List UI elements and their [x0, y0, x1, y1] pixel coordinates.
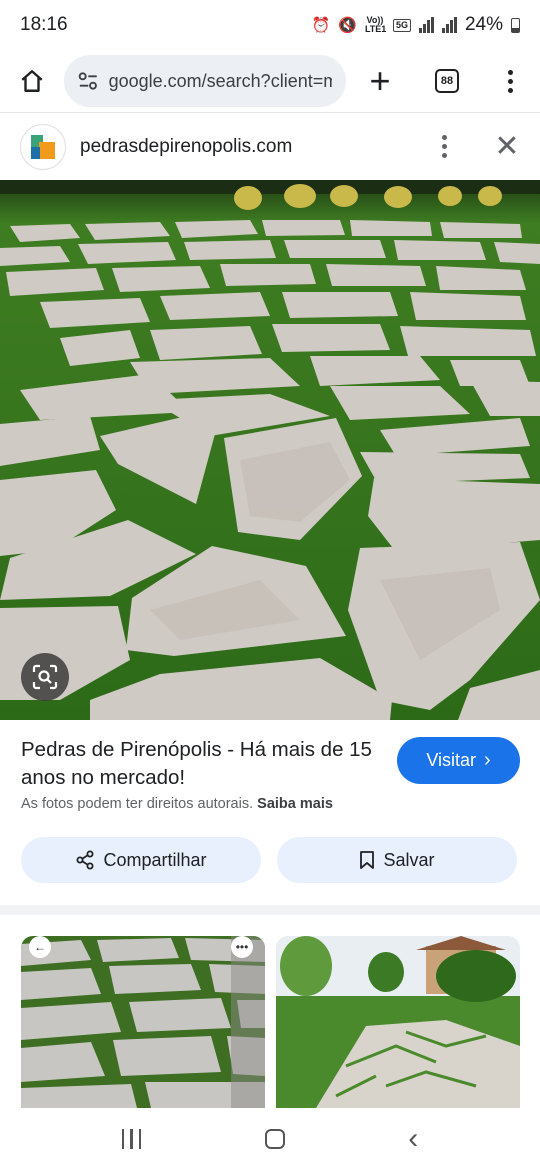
back-arrow-icon: ←: [29, 936, 51, 958]
browser-toolbar: google.com/search?client=ms + 88: [0, 50, 540, 112]
close-icon: ✕: [494, 130, 520, 163]
image-source-header: pedrasdepirenopolis.com ✕: [0, 112, 540, 180]
close-button[interactable]: ✕: [474, 129, 540, 164]
lens-search-button[interactable]: [21, 653, 69, 701]
main-image[interactable]: [0, 180, 540, 720]
signal-icon: [418, 17, 434, 33]
more-icon: [441, 135, 447, 158]
visit-label: Visitar: [426, 750, 476, 770]
back-button[interactable]: ‹: [408, 1122, 418, 1156]
battery-icon: [511, 17, 520, 33]
copyright-notice: As fotos podem ter direitos autorais. Sa…: [21, 796, 333, 812]
source-more-button[interactable]: [414, 135, 474, 158]
clock: 18:16: [20, 14, 68, 35]
alarm-icon: ⏰: [311, 17, 331, 34]
related-photo-2: [276, 936, 520, 1108]
bookmark-icon: [360, 851, 375, 869]
chevron-right-icon: ›: [484, 749, 491, 771]
system-nav-bar: ‹: [0, 1108, 540, 1170]
site-settings-icon[interactable]: [78, 71, 99, 91]
related-photo-1: [21, 936, 265, 1108]
section-divider: [0, 905, 540, 915]
mute-icon: 🔇: [338, 17, 357, 34]
share-button[interactable]: Compartilhar: [21, 837, 261, 883]
network-type: 5G: [392, 18, 411, 32]
related-image-2[interactable]: [276, 936, 520, 1108]
battery-percent: 24%: [464, 14, 503, 35]
favicon-logo: [31, 134, 55, 159]
tab-switcher-button[interactable]: 88: [414, 50, 480, 112]
share-label: Compartilhar: [103, 849, 207, 870]
save-button[interactable]: Salvar: [277, 837, 517, 883]
new-tab-button[interactable]: +: [346, 50, 414, 112]
volte-indicator: Vo)) LTE1: [364, 15, 387, 34]
stone-path-photo: [0, 180, 540, 720]
recents-button[interactable]: [121, 1129, 142, 1149]
signal-icon-2: [441, 17, 457, 33]
rights-text: As fotos podem ter direitos autorais.: [21, 796, 254, 812]
related-image-1[interactable]: ← •••: [21, 936, 265, 1108]
visit-button[interactable]: Visitar ›: [397, 737, 520, 784]
home-button[interactable]: [0, 50, 64, 112]
site-name[interactable]: pedrasdepirenopolis.com: [80, 136, 414, 158]
url-text[interactable]: google.com/search?client=ms: [109, 71, 332, 92]
status-icons: ⏰ 🔇 Vo)) LTE1 5G 24%: [312, 14, 520, 36]
result-title[interactable]: Pedras de Pirenópolis - Há mais de 15 an…: [21, 736, 381, 792]
lens-icon: [32, 664, 58, 690]
site-favicon: [20, 123, 66, 170]
plus-icon: +: [369, 60, 391, 101]
address-bar[interactable]: google.com/search?client=ms: [64, 55, 346, 107]
browser-menu-button[interactable]: [480, 50, 540, 112]
status-bar: 18:16 ⏰ 🔇 Vo)) LTE1 5G 24%: [0, 0, 540, 50]
more-icon: [507, 69, 513, 93]
tabs-icon: 88: [435, 69, 459, 93]
learn-more-link[interactable]: Saiba mais: [257, 796, 333, 812]
home-icon: [21, 70, 43, 92]
more-options-icon[interactable]: •••: [231, 936, 253, 958]
home-nav-button[interactable]: [264, 1129, 285, 1149]
save-label: Salvar: [383, 849, 435, 870]
share-icon: [76, 850, 94, 870]
